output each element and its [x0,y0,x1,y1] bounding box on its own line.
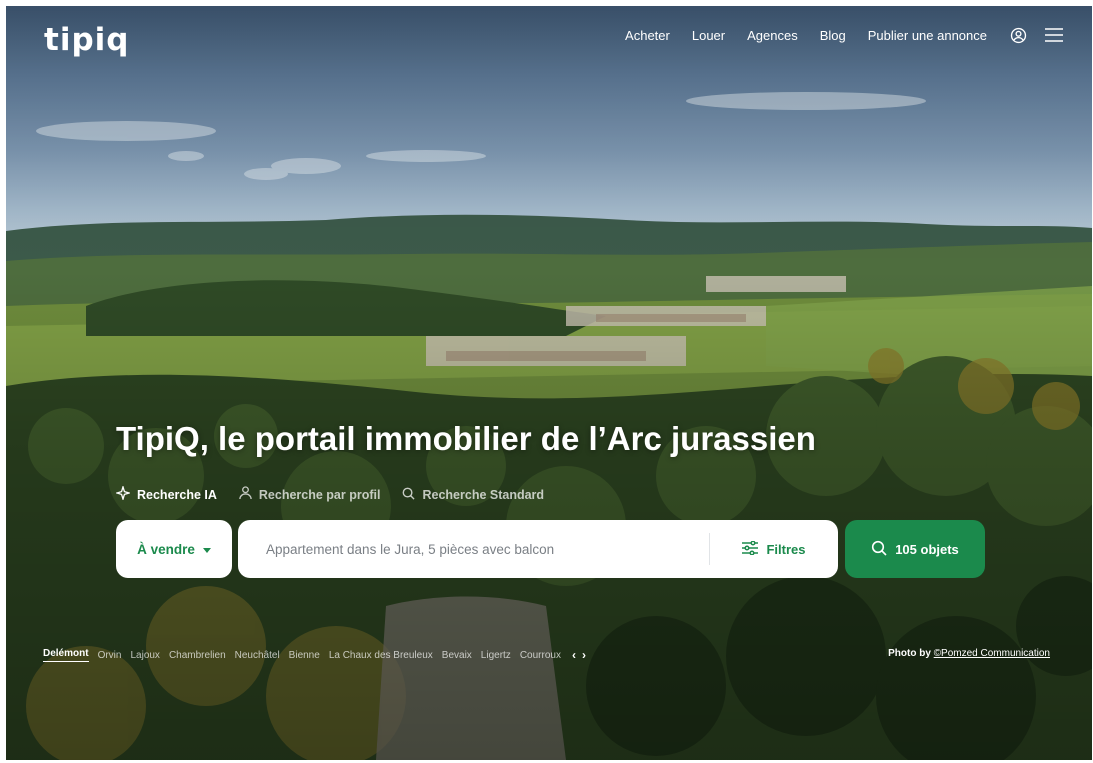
nav-publier-annonce[interactable]: Publier une annonce [868,28,987,43]
location-item-la-chaux-des-breuleux[interactable]: La Chaux des Breuleux [329,650,433,661]
user-circle-icon[interactable] [1009,26,1027,44]
search-type-tabs: Recherche IA Recherche par profil Recher… [114,484,544,503]
nav-louer[interactable]: Louer [692,28,725,43]
tab-label: Recherche par profil [258,487,381,502]
nav-blog[interactable]: Blog [820,28,846,43]
location-item-bienne[interactable]: Bienne [289,650,320,661]
image-overlay [6,6,1092,760]
tab-recherche-par-profil[interactable]: Recherche par profil [239,486,381,503]
location-carousel: Delémont Orvin Lajoux Chambrelien Neuchâ… [43,648,586,662]
sparkle-icon [114,484,132,503]
location-item-neuchatel[interactable]: Neuchâtel [235,650,280,661]
tab-label: Recherche IA [137,487,217,502]
location-item-lajoux[interactable]: Lajoux [130,650,159,661]
location-item-delemont[interactable]: Delémont [43,648,89,662]
location-item-ligertz[interactable]: Ligertz [481,650,511,661]
chevron-right-icon[interactable]: › [582,648,586,662]
nav-acheter[interactable]: Acheter [625,28,670,43]
search-input[interactable]: Appartement dans le Jura, 5 pièces avec … [266,542,709,557]
results-count-label: 105 objets [895,541,959,557]
location-item-bevaix[interactable]: Bevaix [442,650,472,661]
photo-credit: Photo by ©Pomzed Communication [888,648,1050,659]
nav-agences[interactable]: Agences [747,28,798,43]
filters-button[interactable]: Filtres [710,539,838,558]
menu-icon[interactable] [1045,26,1063,44]
sliders-icon [742,539,759,558]
hero-background [6,6,1092,760]
user-icon [239,486,252,503]
location-item-courroux[interactable]: Courroux [520,650,561,661]
credit-prefix: Photo by [888,648,931,659]
logo[interactable]: tipiq [44,22,129,58]
carousel-arrows: ‹ › [572,648,586,662]
tab-recherche-ia[interactable]: Recherche IA [114,484,217,503]
page-title: TipiQ, le portail immobilier de l’Arc ju… [116,420,816,457]
search-icon [402,487,416,503]
filters-label: Filtres [766,541,806,557]
search-bar: Appartement dans le Jura, 5 pièces avec … [238,520,838,578]
select-value: À vendre [137,541,195,557]
location-item-chambrelien[interactable]: Chambrelien [169,650,226,661]
search-icon [871,540,887,559]
tab-recherche-standard[interactable]: Recherche Standard [402,487,544,503]
credit-author-link[interactable]: ©Pomzed Communication [934,648,1050,659]
location-item-orvin[interactable]: Orvin [98,650,122,661]
transaction-type-select[interactable]: À vendre [116,520,232,578]
tab-label: Recherche Standard [422,487,545,502]
chevron-left-icon[interactable]: ‹ [572,648,576,662]
main-nav: Acheter Louer Agences Blog Publier une a… [625,26,1063,44]
search-results-button[interactable]: 105 objets [845,520,985,578]
caret-down-icon [202,542,211,557]
